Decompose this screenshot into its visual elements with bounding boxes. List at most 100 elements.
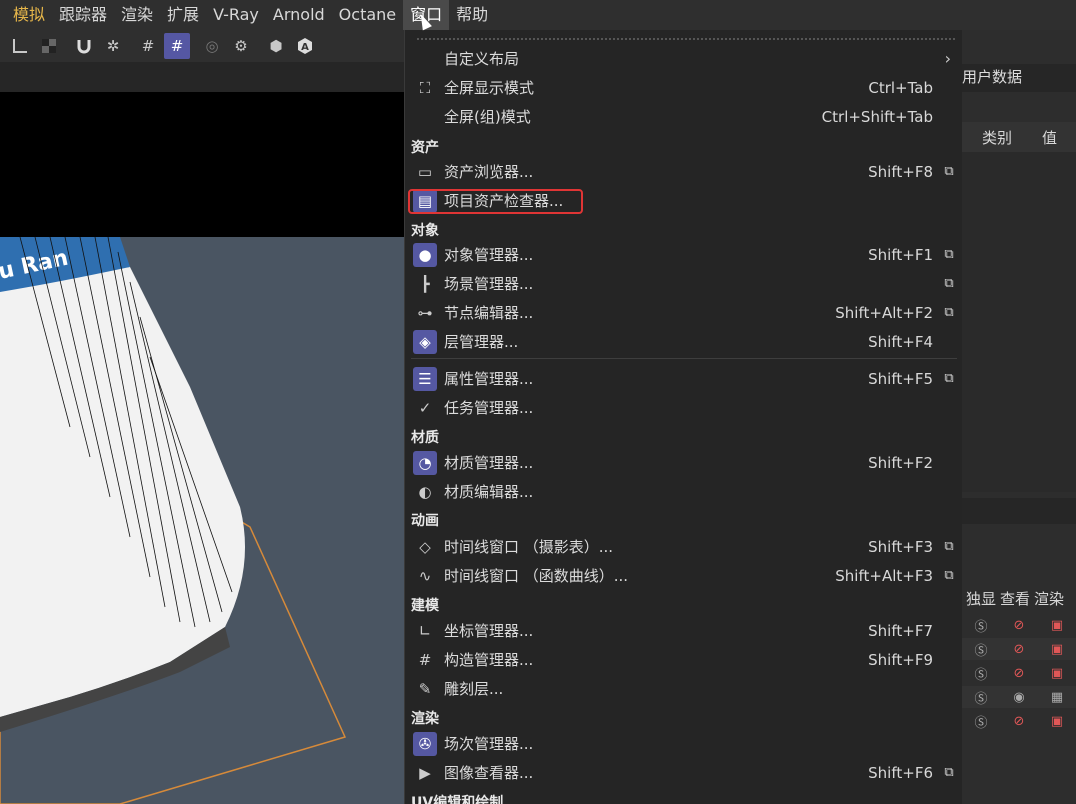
menu-item[interactable]: ◈ 层管理器... Shift+F4 — [405, 327, 962, 356]
3d-viewport[interactable]: u Ran — [0, 237, 404, 804]
solo-icon[interactable]: Ⓢ — [962, 616, 1000, 635]
solo-icon[interactable]: Ⓢ — [962, 640, 1000, 659]
open-new-window-icon[interactable]: ⧉ — [941, 247, 957, 263]
menu-item-label: 构造管理器... — [444, 651, 534, 669]
menu-item[interactable]: ✇ 场次管理器... — [405, 729, 962, 758]
menu-6[interactable]: Octane — [332, 0, 403, 30]
menu-item-label: 资产浏览器... — [444, 163, 534, 181]
open-new-window-icon[interactable]: ⧉ — [941, 765, 957, 781]
window-menu-dropdown: 自定义布局 › ⛶ 全屏显示模式 Ctrl+Tab 全屏(组)模式 Ctrl+Shift+T… — [404, 30, 962, 804]
open-new-window-icon[interactable]: ⧉ — [941, 276, 957, 292]
attribute-icon: ☰ — [413, 367, 437, 391]
menu-8[interactable]: 帮助 — [449, 0, 495, 30]
material-manager-icon: ◔ — [413, 451, 437, 475]
eye-hidden-icon[interactable]: ⊘ — [1000, 714, 1038, 729]
task-icon: ✓ — [418, 399, 432, 417]
layer-row[interactable]: Ⓢ ⊘ ▣ — [962, 614, 1076, 636]
menu-5[interactable]: Arnold — [266, 0, 332, 30]
tear-off-handle[interactable] — [417, 38, 955, 41]
toolbar: ✲ # # ◎ ⚙ ⬢ A — [0, 30, 404, 62]
grid-icon[interactable]: # — [135, 33, 161, 59]
menu-item[interactable]: 全屏(组)模式 Ctrl+Shift+Tab — [405, 102, 962, 131]
solo-icon[interactable]: Ⓢ — [962, 664, 1000, 683]
settings-circle-icon[interactable]: ⚙ — [228, 33, 254, 59]
eye-hidden-icon[interactable]: ⊘ — [1000, 618, 1038, 633]
fcurve-icon: ∿ — [418, 567, 432, 585]
coordinate-icon: ∟ — [418, 622, 432, 640]
open-new-window-icon[interactable]: ⧉ — [941, 371, 957, 387]
col-solo[interactable]: 独显 — [966, 588, 996, 609]
menu-item[interactable]: ▭ 资产浏览器... Shift+F8 ⧉ — [405, 157, 962, 186]
layer-row[interactable]: Ⓢ ⊘ ▣ — [962, 710, 1076, 732]
menu-item[interactable]: # 构造管理器... Shift+F9 — [405, 645, 962, 674]
col-type[interactable]: 类别 — [982, 127, 1012, 148]
axis-icon[interactable] — [7, 33, 33, 59]
svg-text:A: A — [301, 42, 309, 53]
magnet-icon[interactable] — [71, 33, 97, 59]
sculpt-icon: ✎ — [418, 680, 432, 698]
solo-icon[interactable]: Ⓢ — [962, 712, 1000, 731]
eye-hidden-icon[interactable]: ⊘ — [1000, 666, 1038, 681]
menu-1[interactable]: 跟踪器 — [52, 0, 114, 30]
menu-item[interactable]: ⊶ 节点编辑器... Shift+Alt+F2 ⧉ — [405, 298, 962, 327]
menu-item[interactable]: ⛶ 全屏显示模式 Ctrl+Tab — [405, 73, 962, 102]
solo-icon[interactable]: Ⓢ — [962, 688, 1000, 707]
render-off-icon[interactable]: ▣ — [1038, 618, 1076, 633]
layer-row[interactable]: Ⓢ ⊘ ▣ — [962, 662, 1076, 684]
open-new-window-icon[interactable]: ⧉ — [941, 568, 957, 584]
col-value[interactable]: 值 — [1042, 127, 1057, 148]
shortcut-label: Shift+F9 — [868, 650, 933, 669]
menu-0[interactable]: 模拟 — [0, 0, 52, 30]
section-heading: 渲染 — [411, 711, 439, 727]
render-off-icon[interactable]: ▣ — [1038, 714, 1076, 729]
render-icon[interactable]: ▦ — [1038, 690, 1076, 705]
user-data-tab[interactable]: 用户数据 — [962, 66, 1022, 87]
layer-row[interactable]: Ⓢ ◉ ▦ — [962, 686, 1076, 708]
render-off-icon[interactable]: ▣ — [1038, 642, 1076, 657]
menu-4[interactable]: V-Ray — [206, 0, 266, 30]
eye-icon[interactable]: ◉ — [1000, 690, 1038, 705]
target-icon[interactable]: ◎ — [199, 33, 225, 59]
menu-item[interactable]: ✓ 任务管理器... — [405, 393, 962, 422]
menu-item[interactable]: ◇ 时间线窗口 （摄影表）... Shift+F3 ⧉ — [405, 532, 962, 561]
menu-item[interactable]: ▶ 图像查看器... Shift+F6 ⧉ — [405, 758, 962, 787]
submenu-arrow-icon: › — [944, 49, 951, 68]
col-render[interactable]: 渲染 — [1034, 588, 1064, 609]
menu-2[interactable]: 渲染 — [114, 0, 160, 30]
snap-gear-icon[interactable]: ✲ — [100, 33, 126, 59]
open-new-window-icon[interactable]: ⧉ — [941, 539, 957, 555]
shortcut-label: Shift+F5 — [868, 369, 933, 388]
open-new-window-icon[interactable]: ⧉ — [941, 164, 957, 180]
menu-item[interactable]: 自定义布局 › — [405, 44, 962, 73]
eye-hidden-icon[interactable]: ⊘ — [1000, 642, 1038, 657]
tab-strip — [0, 62, 404, 92]
layer-columns: 独显 查看 渲染 — [962, 588, 1076, 609]
checker-icon[interactable] — [36, 33, 62, 59]
a-hex-icon[interactable]: A — [292, 33, 318, 59]
menu-item[interactable]: ∟ 坐标管理器... Shift+F7 — [405, 616, 962, 645]
shortcut-label: Shift+F4 — [868, 332, 933, 351]
menu-item-label: 场景管理器... — [444, 275, 534, 293]
picture-viewer-icon: ▶ — [419, 764, 431, 782]
layer-row[interactable]: Ⓢ ⊘ ▣ — [962, 638, 1076, 660]
menu-item-label: 全屏(组)模式 — [444, 108, 531, 126]
menu-item[interactable]: ☰ 属性管理器... Shift+F5 ⧉ — [405, 364, 962, 393]
hex-icon[interactable]: ⬢ — [263, 33, 289, 59]
menu-item[interactable]: ◐ 材质编辑器... — [405, 477, 962, 506]
node-editor-icon: ⊶ — [417, 304, 433, 322]
scene-tree-icon: ┣ — [420, 275, 430, 293]
section-heading: UV编辑和绘制 — [411, 795, 504, 804]
menu-item[interactable]: ◔ 材质管理器... Shift+F2 — [405, 448, 962, 477]
menu-item[interactable]: ● 对象管理器... Shift+F1 ⧉ — [405, 240, 962, 269]
shortcut-label: Shift+F3 — [868, 537, 933, 556]
menu-item-label: 任务管理器... — [444, 399, 534, 417]
menu-item[interactable]: ✎ 雕刻层... — [405, 674, 962, 703]
render-off-icon[interactable]: ▣ — [1038, 666, 1076, 681]
viewport-header — [0, 92, 404, 237]
open-new-window-icon[interactable]: ⧉ — [941, 305, 957, 321]
col-view[interactable]: 查看 — [1000, 588, 1030, 609]
menu-item[interactable]: ∿ 时间线窗口 （函数曲线）... Shift+Alt+F3 ⧉ — [405, 561, 962, 590]
grid-a-icon[interactable]: # — [164, 33, 190, 59]
menu-item[interactable]: ┣ 场景管理器... ⧉ — [405, 269, 962, 298]
menu-3[interactable]: 扩展 — [160, 0, 206, 30]
